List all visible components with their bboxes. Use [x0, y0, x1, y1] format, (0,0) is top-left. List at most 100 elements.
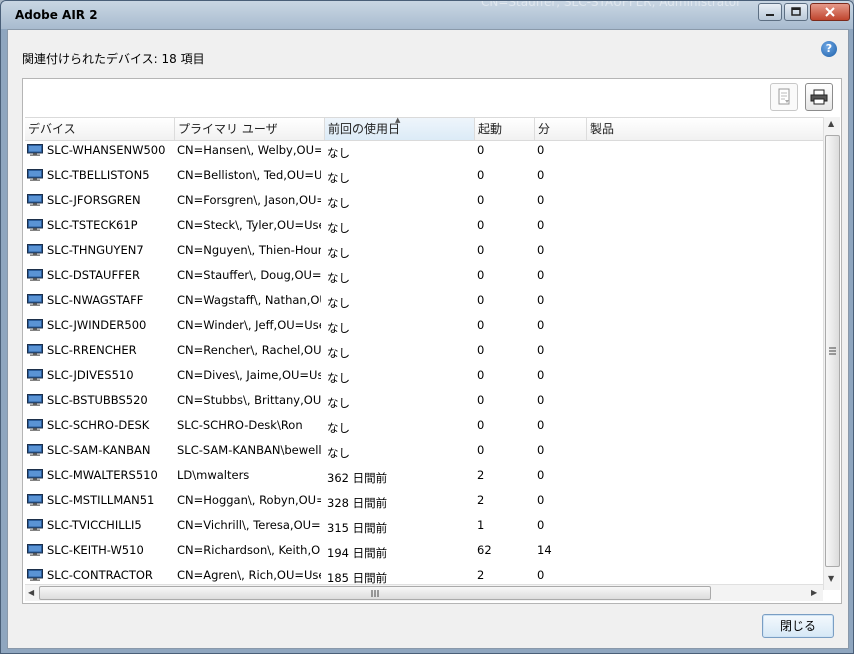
device-cell: SLC-TBELLISTON5 — [47, 168, 150, 182]
table-body: SLC-WHANSENW500CN=Hansen\, Welby,OU=Useな… — [25, 140, 823, 590]
minimize-button[interactable] — [758, 3, 782, 21]
background-window-title: CN=Stauffer, SLC-STAUFFER, Administrator — [481, 0, 742, 9]
table-row[interactable]: SLC-DSTAUFFERCN=Stauffer\, Doug,OU=Useなし… — [25, 265, 823, 290]
primary-user-cell: CN=Stubbs\, Brittany,OU= — [177, 393, 321, 407]
product-cell — [589, 215, 819, 240]
table-row[interactable]: SLC-THNGUYEN7 CN=Nguyen\, Thien-Hour なし 0 0 — [25, 240, 823, 265]
table-row[interactable]: SLC-KEITH-W510 CN=Richardson\, Keith,OU 19… — [25, 540, 823, 565]
minutes-cell: 0 — [537, 193, 545, 207]
primary-user-cell: CN=Dives\, Jaime,OU=Users — [177, 368, 321, 382]
primary-user-cell: SLC-SAM-KANBAN\bewell — [177, 443, 321, 457]
minutes-cell: 0 — [537, 368, 545, 382]
scroll-right-icon[interactable]: ▶ — [811, 588, 817, 597]
product-cell — [589, 490, 819, 515]
horizontal-scrollbar[interactable]: ◀ ▶ — [25, 584, 823, 601]
launches-cell: 0 — [477, 293, 485, 307]
primary-user-cell: CN=Hansen\, Welby,OU=Use — [177, 143, 321, 157]
launches-cell: 0 — [477, 393, 485, 407]
product-cell — [589, 140, 819, 165]
launches-cell: 0 — [477, 318, 485, 332]
device-cell: SLC-SCHRO-DESK — [47, 418, 150, 432]
device-cell: SLC-SAM-KANBAN — [47, 443, 151, 457]
help-icon[interactable]: ? — [821, 41, 837, 57]
monitor-icon — [27, 194, 43, 206]
monitor-icon — [27, 444, 43, 456]
table-row[interactable]: SLC-MWALTERS510 LD\mwalters 362 日間前 2 0 — [25, 465, 823, 490]
primary-user-cell: CN=Hoggan\, Robyn,OU=Use — [177, 493, 321, 507]
table-row[interactable]: SLC-RRENCHERCN=Rencher\, Rachel,OU=Useなし… — [25, 340, 823, 365]
column-header-last-used[interactable]: ▲ 前回の使用日 — [325, 116, 475, 140]
monitor-icon — [27, 419, 43, 431]
table-row[interactable]: SLC-JWINDER500 CN=Winder\, Jeff,OU=Users な… — [25, 315, 823, 340]
close-button[interactable]: 閉じる — [762, 614, 834, 638]
table-row[interactable]: SLC-MSTILLMAN51CN=Hoggan\, Robyn,OU=Use3… — [25, 490, 823, 515]
column-header-device[interactable]: デバイス — [25, 118, 175, 140]
horizontal-scroll-thumb[interactable] — [39, 586, 711, 600]
window-close-button[interactable] — [810, 3, 850, 21]
product-cell — [589, 290, 819, 315]
column-header-primary-user[interactable]: プライマリ ユーザ — [175, 118, 325, 140]
vertical-scrollbar[interactable]: ▲ ▼ — [823, 117, 840, 590]
table-row[interactable]: SLC-JFORSGRENCN=Forsgren\, Jason,OU=Useな… — [25, 190, 823, 215]
product-cell — [589, 540, 819, 565]
minutes-cell: 0 — [537, 168, 545, 182]
product-cell — [589, 240, 819, 265]
table-row[interactable]: SLC-WHANSENW500CN=Hansen\, Welby,OU=Useな… — [25, 140, 823, 165]
launches-cell: 2 — [477, 468, 485, 482]
column-header-launches[interactable]: 起動 — [475, 118, 535, 140]
device-cell: SLC-THNGUYEN7 — [47, 243, 144, 257]
minimize-icon — [766, 14, 774, 16]
product-cell — [589, 515, 819, 540]
minutes-cell: 0 — [537, 393, 545, 407]
column-header-product[interactable]: 製品 — [587, 118, 823, 140]
table-row[interactable]: SLC-BSTUBBS520 CN=Stubbs\, Brittany,OU= なし… — [25, 390, 823, 415]
table-row[interactable]: SLC-SAM-KANBAN SLC-SAM-KANBAN\bewell なし 0 0 — [25, 440, 823, 465]
product-cell — [589, 190, 819, 215]
primary-user-cell: CN=Winder\, Jeff,OU=Users — [177, 318, 321, 332]
device-cell: SLC-JDIVES510 — [47, 368, 134, 382]
primary-user-cell: CN=Richardson\, Keith,OU — [177, 543, 321, 557]
grip-icon — [371, 590, 379, 597]
table-row[interactable]: SLC-TSTECK61P CN=Steck\, Tyler,OU=Users なし… — [25, 215, 823, 240]
window-title: Adobe AIR 2 — [15, 8, 98, 22]
table-row[interactable]: SLC-TVICCHILLI5 CN=Vichrill\, Teresa,OU= 3… — [25, 515, 823, 540]
printer-icon — [810, 89, 828, 105]
monitor-icon — [27, 244, 43, 256]
minutes-cell: 0 — [537, 243, 545, 257]
maximize-button[interactable] — [784, 3, 808, 21]
print-button[interactable] — [805, 83, 833, 111]
minutes-cell: 0 — [537, 343, 545, 357]
device-cell: SLC-WHANSENW500 — [47, 143, 166, 157]
primary-user-cell: CN=Steck\, Tyler,OU=Users — [177, 218, 321, 232]
minutes-cell: 0 — [537, 293, 545, 307]
minutes-cell: 0 — [537, 143, 545, 157]
device-cell: SLC-MSTILLMAN51 — [47, 493, 155, 507]
scroll-up-icon[interactable]: ▲ — [828, 119, 834, 128]
primary-user-cell: SLC-SCHRO-Desk\Ron — [177, 418, 303, 432]
minutes-cell: 0 — [537, 418, 545, 432]
table-row[interactable]: SLC-JDIVES510CN=Dives\, Jaime,OU=Usersなし… — [25, 365, 823, 390]
table-row[interactable]: SLC-NWAGSTAFFCN=Wagstaff\, Nathan,OU=なし0… — [25, 290, 823, 315]
primary-user-cell: CN=Forsgren\, Jason,OU=Use — [177, 193, 321, 207]
table-row[interactable]: SLC-TBELLISTON5 CN=Belliston\, Ted,OU=Use… — [25, 165, 823, 190]
title-bar[interactable]: Adobe AIR 2 CN=Stauffer, SLC-STAUFFER, A… — [1, 1, 853, 29]
launches-cell: 0 — [477, 418, 485, 432]
product-cell — [589, 440, 819, 465]
export-button[interactable] — [770, 83, 798, 111]
minutes-cell: 0 — [537, 318, 545, 332]
scroll-left-icon[interactable]: ◀ — [28, 588, 34, 597]
monitor-icon — [27, 369, 43, 381]
monitor-icon — [27, 219, 43, 231]
table-row[interactable]: SLC-SCHRO-DESK SLC-SCHRO-Desk\Ron なし 0 0 — [25, 415, 823, 440]
launches-cell: 62 — [477, 543, 492, 557]
scroll-down-icon[interactable]: ▼ — [828, 574, 834, 583]
column-header-minutes[interactable]: 分 — [535, 118, 587, 140]
close-icon — [825, 7, 835, 17]
product-cell — [589, 165, 819, 190]
monitor-icon — [27, 394, 43, 406]
vertical-scroll-thumb[interactable] — [825, 135, 840, 567]
associated-devices-label: 関連付けられたデバイス: 18 項目 — [22, 52, 205, 66]
product-cell — [589, 365, 819, 390]
launches-cell: 0 — [477, 143, 485, 157]
column-header-last-used-label: 前回の使用日 — [328, 122, 401, 136]
